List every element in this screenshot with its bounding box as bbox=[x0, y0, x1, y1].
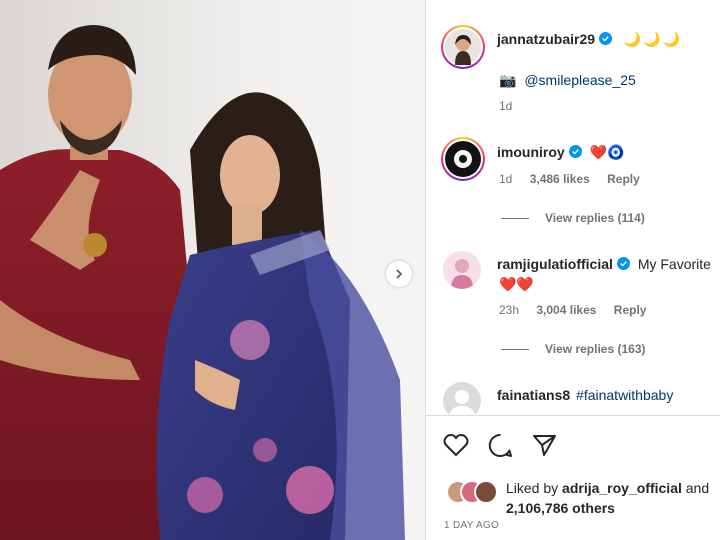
comment-icon bbox=[488, 433, 512, 457]
comment-username[interactable]: fainatians8 bbox=[497, 387, 570, 403]
comment-2-meta: 23h 3,004 likes Reply bbox=[499, 303, 660, 317]
comment-hashtag[interactable]: #fainatwithbaby bbox=[576, 387, 673, 403]
caption-mention[interactable]: @smileplease_25 bbox=[524, 72, 636, 88]
comment-likes[interactable]: 3,486 likes bbox=[530, 172, 590, 186]
carousel-next-button[interactable] bbox=[386, 261, 412, 287]
default-avatar-icon bbox=[443, 382, 481, 414]
replies-line bbox=[501, 218, 529, 220]
liked-by-avatars[interactable] bbox=[446, 480, 502, 504]
liked-by-text: Liked by adrija_roy_official and bbox=[506, 480, 709, 496]
heart-icon bbox=[443, 433, 469, 457]
author-avatar[interactable] bbox=[441, 25, 485, 69]
view-replies-button[interactable]: View replies (114) bbox=[501, 211, 645, 225]
comment-likes[interactable]: 3,004 likes bbox=[536, 303, 596, 317]
verified-badge-icon bbox=[568, 145, 582, 158]
chevron-right-icon bbox=[396, 269, 403, 279]
comments-list[interactable]: jannatzubair29 🌙🌙🌙 📷 @smileplease_25 1d … bbox=[426, 0, 720, 414]
comment-text: My Favorite bbox=[637, 256, 711, 272]
replies-line bbox=[501, 349, 529, 351]
comment-avatar[interactable] bbox=[443, 251, 481, 289]
others-count: 2,106,786 others bbox=[506, 500, 615, 516]
comment-avatar[interactable] bbox=[443, 382, 481, 414]
post-side-panel: jannatzubair29 🌙🌙🌙 📷 @smileplease_25 1d … bbox=[426, 0, 720, 540]
comment-button[interactable] bbox=[488, 433, 513, 463]
author-username[interactable]: jannatzubair29 bbox=[497, 31, 595, 47]
comment-age: 1d bbox=[499, 172, 513, 186]
comment-text: ❤️🧿 bbox=[589, 144, 625, 160]
liked-by-prefix: Liked by bbox=[506, 480, 563, 496]
comment-2-header: ramjigulatiofficial My Favorite bbox=[497, 256, 711, 272]
comment-1-header: imouniroy ❤️🧿 bbox=[497, 144, 624, 161]
comment-1-meta: 1d 3,486 likes Reply bbox=[499, 172, 654, 186]
liked-by-and: and bbox=[681, 480, 710, 496]
verified-badge-icon bbox=[616, 257, 630, 270]
reply-button[interactable]: Reply bbox=[614, 303, 647, 317]
share-button[interactable] bbox=[532, 433, 557, 462]
post-date: 1 DAY AGO bbox=[444, 520, 500, 531]
comment-username[interactable]: ramjigulatiofficial bbox=[497, 256, 613, 272]
liker-avatar bbox=[474, 480, 498, 504]
view-replies-button[interactable]: View replies (163) bbox=[501, 342, 646, 356]
comment-username[interactable]: imouniroy bbox=[497, 144, 565, 160]
view-replies-label: View replies (163) bbox=[545, 342, 646, 356]
comment-age: 23h bbox=[499, 303, 520, 317]
caption-emoji: 🌙🌙🌙 bbox=[623, 31, 683, 47]
share-icon bbox=[533, 435, 556, 456]
likes-count[interactable]: 2,106,786 others bbox=[506, 500, 615, 516]
comment-text-line2: ❤️❤️ bbox=[499, 276, 534, 292]
view-replies-label: View replies (114) bbox=[545, 211, 645, 225]
camera-emoji: 📷 bbox=[499, 72, 517, 88]
reply-button[interactable]: Reply bbox=[607, 172, 640, 186]
caption-age: 1d bbox=[499, 99, 513, 113]
caption-text: 📷 @smileplease_25 bbox=[499, 72, 636, 89]
post-photo[interactable] bbox=[0, 0, 425, 540]
comment-avatar[interactable] bbox=[441, 137, 485, 181]
post-photo-illustration bbox=[0, 0, 425, 540]
like-button[interactable] bbox=[443, 433, 469, 462]
liked-by-user[interactable]: adrija_roy_official bbox=[562, 480, 682, 496]
caption-author: jannatzubair29 🌙🌙🌙 bbox=[497, 31, 682, 48]
post-actions: Liked by adrija_roy_official and 2,106,7… bbox=[426, 415, 720, 540]
verified-badge-icon bbox=[599, 32, 613, 45]
comment-3-header: fainatians8 #fainatwithbaby bbox=[497, 387, 673, 403]
